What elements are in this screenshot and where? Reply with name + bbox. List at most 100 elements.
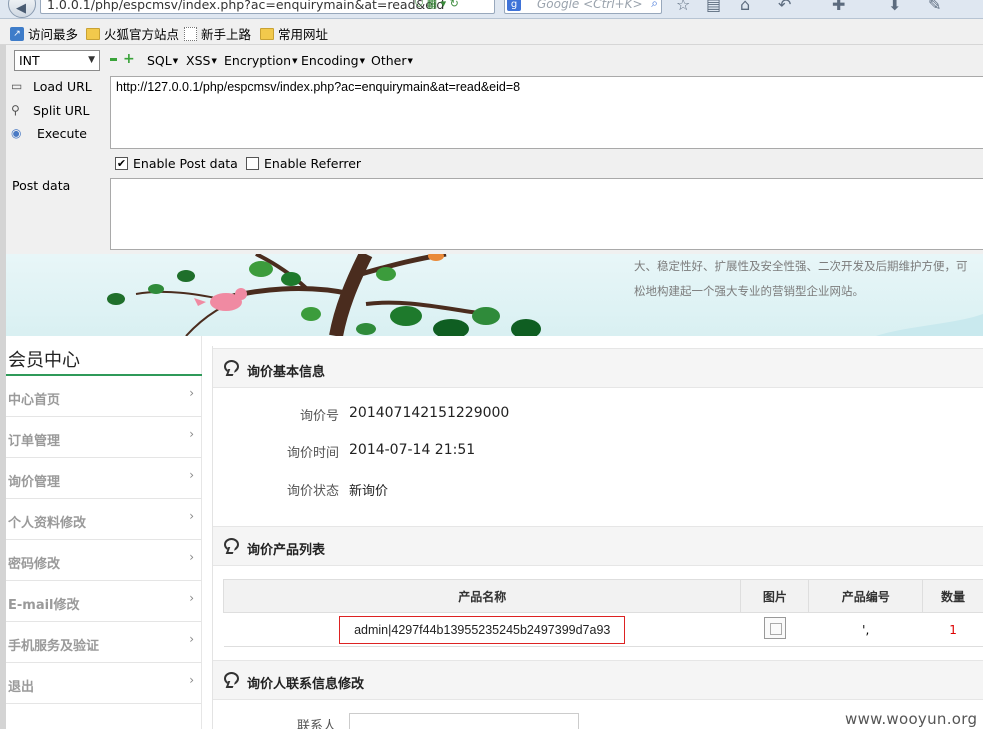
int-select-value: INT [19, 53, 40, 68]
chevron-right-icon: › [189, 673, 194, 687]
menu-label: SQL [147, 53, 172, 68]
split-url-button[interactable]: ⚲ Split URL [11, 101, 90, 119]
contact-name-label: 联系人 [297, 719, 337, 729]
menu-label: Other [371, 53, 407, 68]
sidebar-item-label: 退出 [8, 680, 35, 695]
menu-sql[interactable]: SQL▼ [147, 53, 178, 68]
chevron-right-icon: › [189, 591, 194, 605]
folder-icon [260, 27, 274, 40]
load-url-icon: ▭ [11, 79, 23, 93]
tools-icon[interactable]: ✎ [928, 0, 941, 14]
menu-encryption[interactable]: Encryption▼ [224, 53, 298, 68]
menu-label: Encryption [224, 53, 292, 68]
field-label: 询价时间 [286, 446, 339, 461]
bookmark-firefox-site[interactable]: 火狐官方站点 [86, 24, 179, 43]
back-arrow-icon: ◀ [16, 1, 26, 16]
contact-name-input[interactable] [349, 713, 579, 729]
chevron-right-icon: › [189, 427, 194, 441]
sidebar-item-label: 订单管理 [8, 434, 61, 449]
section-contact-edit: 询价人联系信息修改 [213, 660, 983, 700]
field-label: 询价状态 [286, 484, 339, 499]
banner-text-line1: 大、稳定性好、扩展性及安全性强、二次开发及后期维护方便，可 [634, 259, 968, 273]
browser-navbar: ◀ 1.0.0.1/php/espcmsv/index.php?ac=enqui… [0, 0, 983, 19]
product-name-link[interactable]: admin|4297f44b13955235245b2497399d7a93 [339, 615, 626, 644]
search-input[interactable]: g Google <Ctrl+K> ⌕ [504, 0, 662, 14]
visited-icon: ↗ [10, 26, 24, 41]
sidebar-item-label: 密码修改 [8, 557, 61, 572]
bookmark-common-sites[interactable]: 常用网址 [260, 24, 328, 43]
bookmarks-toolbar: ↗ 访问最多 火狐官方站点 新手上路 常用网址 [0, 19, 983, 45]
history-icon[interactable]: ↶ [778, 0, 791, 14]
field-label: 询价号 [299, 409, 339, 424]
speech-bubble-icon [224, 672, 239, 685]
chevron-right-icon: › [189, 550, 194, 564]
int-select[interactable]: INT ▼ [14, 50, 100, 71]
split-url-icon: ⚲ [11, 103, 20, 117]
home-icon[interactable]: ⌂ [740, 0, 750, 14]
enable-referrer-label: Enable Referrer [264, 156, 362, 171]
chevron-right-icon: › [189, 632, 194, 646]
enquiry-detail: 询价基本信息 询价号 201407142151229000 询价时间 2014-… [212, 346, 983, 729]
menu-encoding[interactable]: Encoding▼ [301, 53, 365, 68]
image-placeholder-icon[interactable] [763, 617, 786, 639]
sidebar-item-home[interactable]: 中心首页 › [6, 376, 202, 417]
execute-label: Execute [37, 125, 87, 141]
menu-label: Encoding [301, 53, 359, 68]
hackbar-menu: INT ▼ + SQL▼ XSS▼ Encryption▼ Encoding▼ … [11, 49, 983, 71]
sidebar-item-mobile[interactable]: 手机服务及验证 › [6, 622, 202, 663]
product-table: 产品名称 图片 产品编号 数量 admin|4297f44b1395523524… [222, 579, 983, 647]
section-basic-info: 询价基本信息 [213, 348, 983, 388]
bookmark-label: 新手上路 [201, 27, 252, 42]
post-data-label: Post data [12, 178, 71, 193]
sidebar-item-label: 询价管理 [8, 475, 61, 490]
cell-product-name: admin|4297f44b13955235245b2497399d7a93 [223, 612, 741, 647]
sidebar-item-label: E-mail修改 [8, 598, 80, 613]
field-value: 2014-07-14 21:51 [349, 442, 476, 458]
banner-text-line2: 松地构建起一个强大专业的营销型企业网站。 [634, 284, 864, 298]
download-icon[interactable]: ⬇ [888, 0, 901, 14]
enable-post-checkbox[interactable]: ✔ Enable Post data [115, 156, 238, 171]
sidebar-item-logout[interactable]: 退出 › [6, 663, 202, 704]
chevron-right-icon: › [189, 509, 194, 523]
sidebar-item-label: 中心首页 [8, 393, 61, 408]
section-product-list: 询价产品列表 [213, 526, 983, 566]
bookmark-getting-started[interactable]: 新手上路 [184, 24, 251, 43]
checkbox-unchecked[interactable] [246, 157, 259, 170]
reading-list-icon[interactable]: ▤ [706, 0, 721, 14]
sidebar-item-enquiries[interactable]: 询价管理 › [6, 458, 202, 499]
field-value: 新询价 [349, 484, 389, 499]
execute-icon: ◉ [11, 126, 22, 140]
back-button[interactable]: ◀ [8, 0, 36, 18]
sidebar-item-orders[interactable]: 订单管理 › [6, 417, 202, 458]
bookmark-label: 访问最多 [28, 27, 79, 42]
enable-referrer-checkbox[interactable]: Enable Referrer [246, 156, 361, 171]
search-placeholder: Google <Ctrl+K> [537, 0, 643, 11]
menu-xss[interactable]: XSS▼ [186, 53, 217, 68]
address-text: 1.0.0.1/php/espcmsv/index.php?ac=enquiry… [47, 0, 445, 12]
search-icon[interactable]: ⌕ [651, 0, 658, 11]
post-data-textarea[interactable] [110, 178, 983, 250]
execute-button[interactable]: ◉ Execute [11, 124, 87, 142]
chevron-right-icon: › [189, 468, 194, 482]
sidebar-item-password[interactable]: 密码修改 › [6, 540, 202, 581]
url-textarea[interactable]: http://127.0.0.1/php/espcmsv/index.php?a… [110, 76, 983, 149]
bookmark-most-visited[interactable]: ↗ 访问最多 [10, 24, 78, 43]
cell-quantity: 1 [922, 612, 983, 647]
cell-product-code: ', [808, 612, 923, 647]
sidebar-item-profile[interactable]: 个人资料修改 › [6, 499, 202, 540]
table-row: admin|4297f44b13955235245b2497399d7a93 '… [223, 612, 983, 647]
addon-icon[interactable]: ✚ [832, 0, 845, 14]
folder-icon [86, 27, 100, 40]
checkbox-checked[interactable]: ✔ [115, 157, 128, 170]
star-icon[interactable]: ☆ [676, 0, 690, 14]
hackbar-panel: INT ▼ + SQL▼ XSS▼ Encryption▼ Encoding▼ … [0, 45, 983, 254]
column-header-qty: 数量 [922, 579, 983, 613]
sidebar-item-email[interactable]: E-mail修改 › [6, 581, 202, 622]
table-header-row: 产品名称 图片 产品编号 数量 [222, 579, 983, 613]
menu-other[interactable]: Other▼ [371, 53, 413, 68]
column-header-name: 产品名称 [222, 579, 742, 613]
plus-icon[interactable]: + [123, 51, 135, 67]
bookmark-label: 常用网址 [278, 27, 329, 42]
minus-icon[interactable] [110, 58, 117, 61]
load-url-button[interactable]: ▭ Load URL [11, 77, 92, 95]
